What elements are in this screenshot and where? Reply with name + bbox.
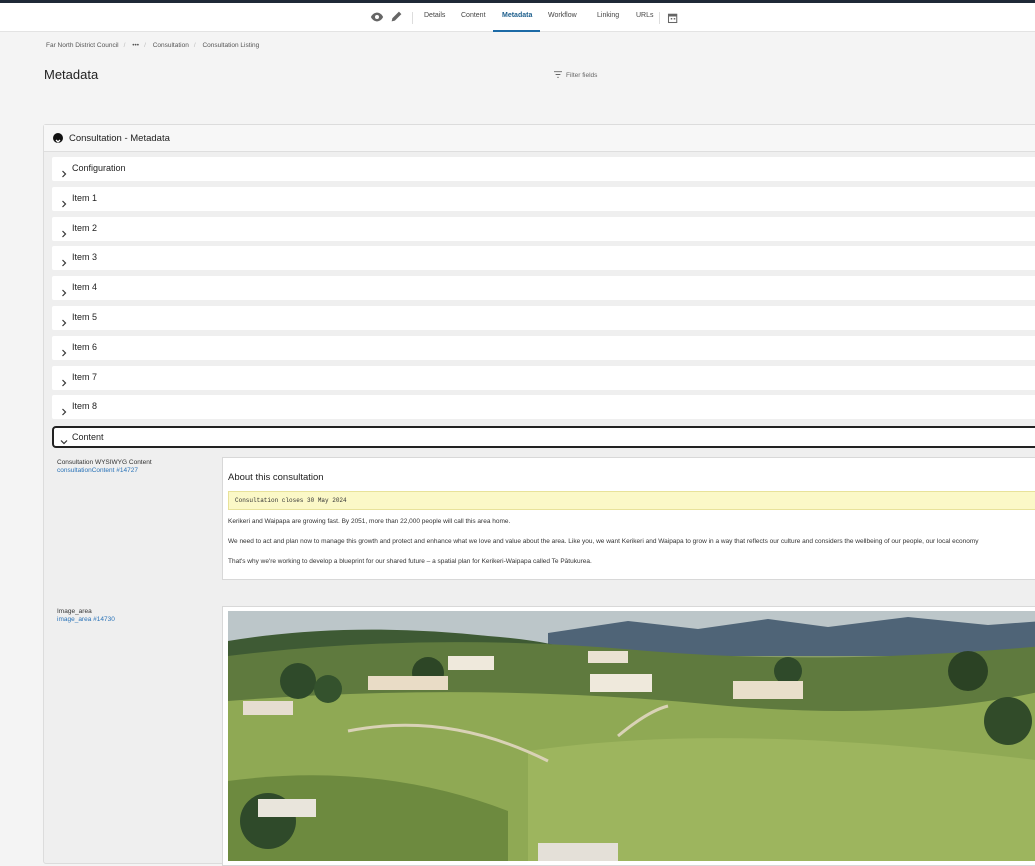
breadcrumb-separator: / — [193, 42, 196, 49]
section-item-8[interactable]: Item 8 — [52, 395, 1035, 419]
field-name: Consultation WYSIWYG Content — [57, 459, 152, 466]
schedule-calendar-icon[interactable] — [667, 11, 681, 25]
tab-details[interactable]: Details — [424, 12, 445, 19]
tab-workflow[interactable]: Workflow — [548, 12, 577, 19]
section-label: Item 3 — [72, 252, 98, 262]
filter-icon — [554, 71, 562, 80]
content-heading: About this consultation — [228, 472, 324, 483]
chevron-right-icon — [60, 314, 68, 327]
wysiwyg-editor[interactable]: About this consultation Consultation clo… — [222, 457, 1035, 580]
content-paragraph: We need to act and plan now to manage th… — [228, 538, 979, 545]
chevron-right-icon — [60, 195, 68, 208]
section-label: Configuration — [72, 163, 126, 173]
section-label: Item 4 — [72, 282, 98, 292]
collapse-circle-icon — [53, 133, 63, 143]
section-item-3[interactable]: Item 3 — [52, 246, 1035, 270]
edit-pencil-icon[interactable] — [390, 10, 404, 24]
chevron-down-icon — [60, 433, 68, 445]
tab-urls[interactable]: URLs — [636, 12, 654, 19]
chevron-right-icon — [60, 165, 68, 178]
breadcrumb: Far North District Council / ••• / Consult… — [46, 42, 263, 49]
field-id-link[interactable]: consultationContent #14727 — [57, 467, 167, 475]
chevron-right-icon — [60, 284, 68, 297]
section-label: Item 2 — [72, 223, 98, 233]
chevron-right-icon — [60, 225, 68, 238]
top-toolbar: Details Content Metadata Workflow Linkin… — [0, 3, 1035, 32]
section-item-1[interactable]: Item 1 — [52, 187, 1035, 211]
chevron-right-icon — [60, 403, 68, 416]
tab-content[interactable]: Content — [461, 12, 486, 19]
field-id-link[interactable]: image_area #14730 — [57, 616, 167, 624]
breadcrumb-separator: / — [144, 42, 146, 49]
content-code-block: Consultation closes 30 May 2024 — [228, 491, 1035, 510]
field-name: Image_area — [57, 608, 92, 615]
section-label: Item 6 — [72, 342, 98, 352]
section-item-4[interactable]: Item 4 — [52, 276, 1035, 300]
toolbar-divider — [412, 12, 413, 24]
filter-fields-button[interactable]: Filter fields — [554, 71, 597, 80]
section-label: Content — [72, 432, 104, 442]
filter-fields-label: Filter fields — [566, 72, 598, 79]
section-item-7[interactable]: Item 7 — [52, 366, 1035, 390]
section-label: Item 1 — [72, 193, 98, 203]
section-label: Item 8 — [72, 401, 98, 411]
section-label: Item 7 — [72, 372, 98, 382]
landscape-photo — [228, 611, 1035, 861]
section-configuration[interactable]: Configuration — [52, 157, 1035, 181]
metadata-panel-header[interactable]: Consultation - Metadata — [44, 125, 1035, 152]
chevron-right-icon — [60, 254, 68, 267]
image-field[interactable] — [222, 606, 1035, 866]
metadata-panel-title: Consultation - Metadata — [69, 133, 170, 144]
section-item-2[interactable]: Item 2 — [52, 217, 1035, 241]
content-paragraph: Kerikeri and Waipapa are growing fast. B… — [228, 518, 511, 525]
field-label-image: Image_area image_area #14730 — [57, 608, 167, 624]
breadcrumb-item-consultation[interactable]: Consultation — [153, 42, 189, 49]
toolbar-divider — [659, 12, 660, 24]
breadcrumb-item-consultation-listing[interactable]: Consultation Listing — [202, 42, 259, 49]
breadcrumb-item-council[interactable]: Far North District Council — [46, 42, 119, 49]
section-item-5[interactable]: Item 5 — [52, 306, 1035, 330]
field-label-wysiwyg: Consultation WYSIWYG Content consultatio… — [57, 459, 167, 475]
active-tab-underline — [493, 30, 540, 32]
preview-eye-icon[interactable] — [370, 10, 384, 24]
chevron-right-icon — [60, 374, 68, 387]
breadcrumb-ellipsis[interactable]: ••• — [132, 42, 139, 49]
section-label: Item 5 — [72, 312, 98, 322]
tab-linking[interactable]: Linking — [597, 12, 619, 19]
breadcrumb-separator: / — [123, 42, 126, 49]
section-content[interactable]: Content — [52, 426, 1035, 448]
chevron-right-icon — [60, 344, 68, 357]
page-title: Metadata — [44, 67, 99, 82]
tab-metadata[interactable]: Metadata — [502, 12, 532, 19]
content-paragraph: That's why we're working to develop a bl… — [228, 558, 592, 565]
section-item-6[interactable]: Item 6 — [52, 336, 1035, 360]
